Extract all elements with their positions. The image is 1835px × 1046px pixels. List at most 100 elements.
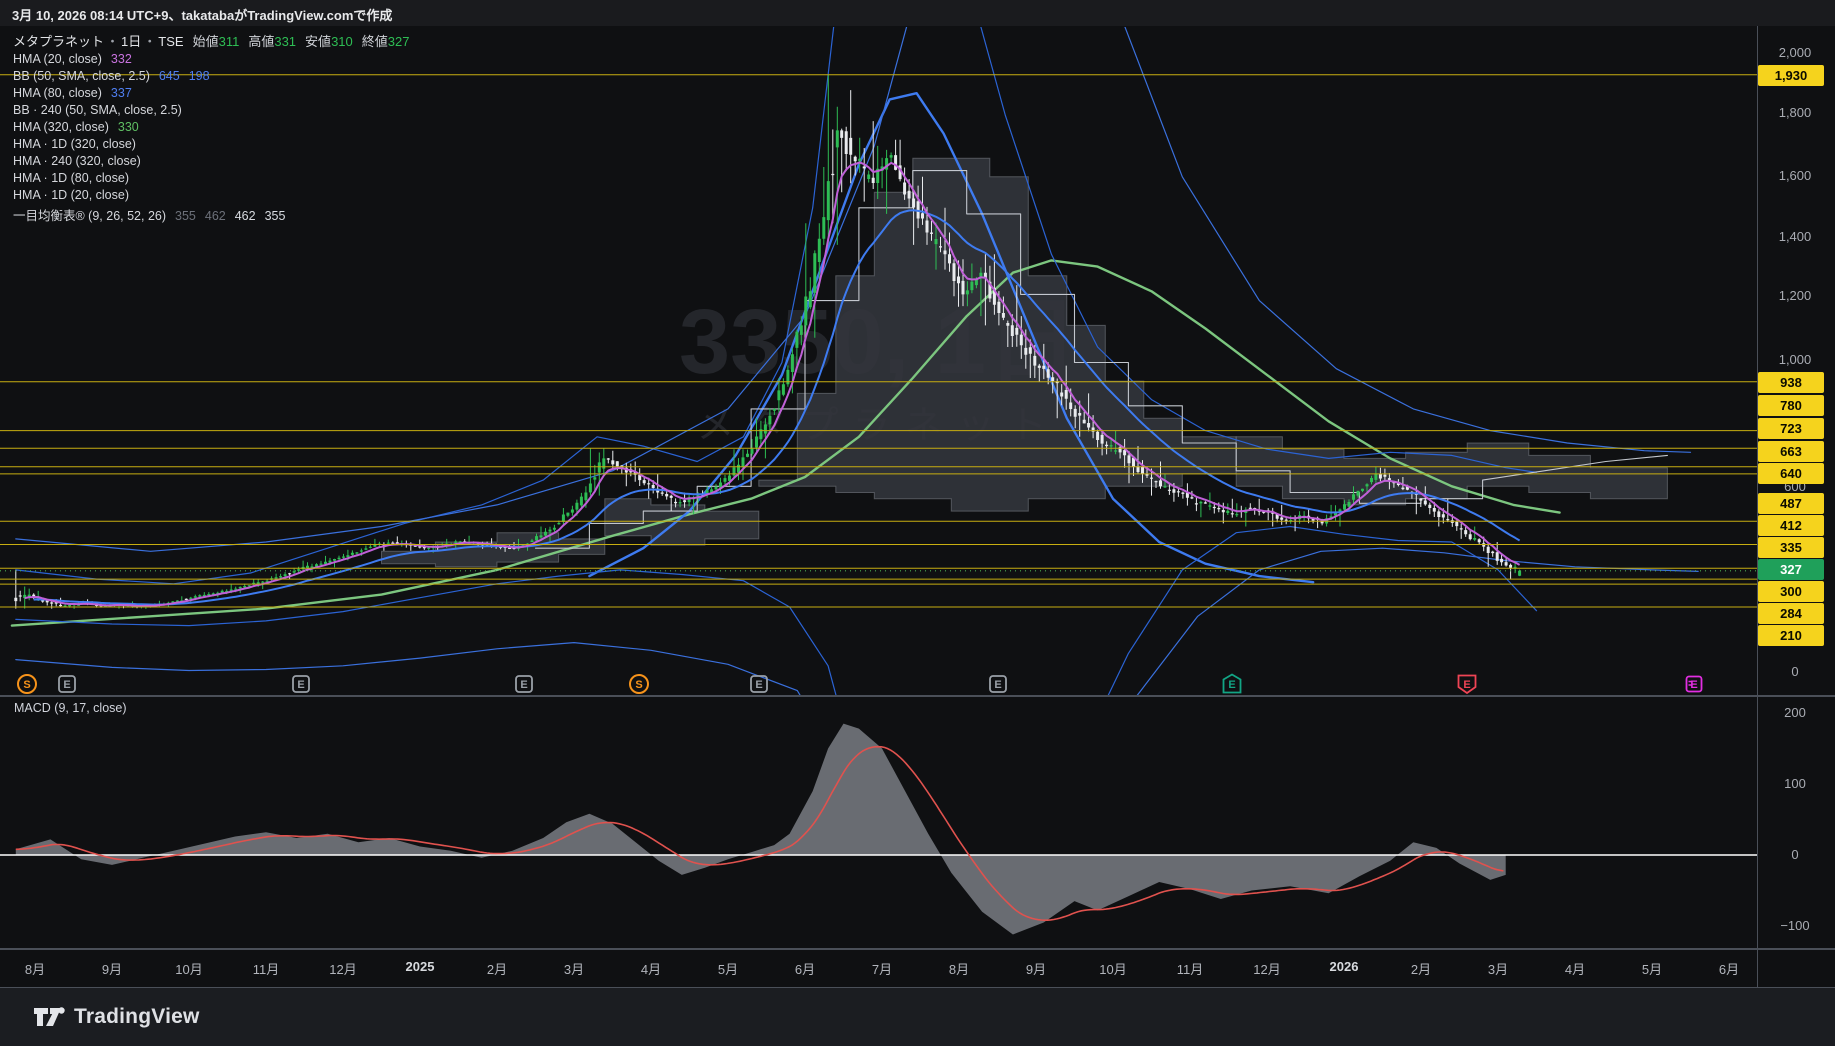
indicator-value: 330	[117, 120, 139, 134]
hma20-line[interactable]	[24, 161, 1521, 607]
price-scale-label: 0	[1791, 664, 1799, 679]
event-marker-e[interactable]: E	[748, 673, 770, 695]
month-axis-label[interactable]: 11月	[1155, 959, 1225, 978]
tradingview-chart-window: 3月 10, 2026 08:14 UTC+9、takatabaがTrading…	[0, 0, 1835, 1046]
indicator-row[interactable]: HMA (80, close) 337	[13, 86, 409, 103]
month-axis-label[interactable]: 12月	[1232, 959, 1302, 978]
macd-scale-label: 100	[1784, 776, 1806, 791]
ohlc-label: 終値	[361, 34, 388, 49]
tradingview-logo-icon[interactable]	[32, 1001, 66, 1033]
price-level-badge: 412	[1758, 515, 1824, 536]
footer-bar: TradingView	[0, 988, 1835, 1046]
indicator-label: HMA · 1D (20, close)	[13, 188, 130, 202]
year-axis-label[interactable]: 2025	[385, 959, 455, 974]
indicator-legend: メタプラネット・ 1日・ TSE 始値311 高値331 安値310 終値327 HMA (2…	[13, 31, 409, 223]
price-scale-label: 1,200	[1778, 288, 1812, 303]
interval-label: 1日	[121, 34, 142, 49]
month-axis-label[interactable]: 8月	[924, 959, 994, 978]
axis-separator	[0, 948, 1835, 950]
indicator-row[interactable]: HMA (20, close) 332	[13, 52, 409, 69]
macd-legend[interactable]: MACD (9, 17, close)	[14, 701, 127, 715]
macd-signal-line[interactable]	[15, 745, 1504, 921]
macd-scale-label: 200	[1784, 705, 1806, 720]
month-axis-label[interactable]: 2月	[462, 959, 532, 978]
month-axis-label[interactable]: 4月	[1540, 959, 1610, 978]
price-level-badge: 284	[1758, 603, 1824, 624]
indicator-row[interactable]: HMA · 240 (320, close)	[13, 154, 409, 171]
event-marker-e[interactable]: E	[56, 673, 78, 695]
month-axis-label[interactable]: 10月	[1078, 959, 1148, 978]
svg-text:E: E	[1464, 679, 1471, 691]
tradingview-brand-text[interactable]: TradingView	[74, 1005, 200, 1029]
month-axis-label[interactable]: 12月	[308, 959, 378, 978]
month-axis-label[interactable]: 6月	[1694, 959, 1764, 978]
event-marker-e[interactable]: E	[1683, 673, 1705, 695]
svg-text:S: S	[24, 679, 31, 691]
price-level-badge: 487	[1758, 493, 1824, 514]
macd-area	[15, 723, 1506, 935]
symbol-title-row[interactable]: メタプラネット・ 1日・ TSE 始値311 高値331 安値310 終値327	[13, 31, 409, 52]
price-level-badge: 663	[1758, 441, 1824, 462]
indicator-row[interactable]: BB · 240 (50, SMA, close, 2.5)	[13, 103, 409, 120]
month-axis-label[interactable]: 7月	[847, 959, 917, 978]
hma80-line[interactable]	[33, 209, 1521, 606]
indicator-label: BB (50, SMA, close, 2.5)	[13, 69, 150, 83]
event-marker-e[interactable]: E	[1456, 673, 1478, 695]
indicator-label: HMA (80, close)	[13, 86, 102, 100]
event-marker-s[interactable]: S	[16, 673, 38, 695]
indicator-row[interactable]: HMA · 1D (80, close)	[13, 171, 409, 188]
ohlc-value: 311	[218, 34, 240, 49]
indicator-value: 355	[175, 209, 196, 223]
bb-lower-a-line[interactable]	[15, 569, 859, 780]
month-axis-label[interactable]: 4月	[616, 959, 686, 978]
event-marker-e[interactable]: E	[513, 673, 535, 695]
indicator-row[interactable]: HMA · 1D (320, close)	[13, 137, 409, 154]
event-marker-s[interactable]: S	[628, 673, 650, 695]
indicator-row[interactable]: HMA · 1D (20, close)	[13, 188, 409, 205]
price-scale-label: 1,000	[1778, 352, 1812, 367]
bb240-lower-a-line[interactable]	[15, 642, 851, 781]
price-level-badge: 335	[1758, 537, 1824, 558]
month-axis-label[interactable]: 10月	[154, 959, 224, 978]
indicator-value: 462	[204, 209, 226, 223]
year-axis-label[interactable]: 2026	[1309, 959, 1379, 974]
indicator-value: 337	[110, 86, 132, 100]
exchange-label: TSE	[158, 34, 184, 49]
bb240-upper-b-line[interactable]	[1105, 0, 1692, 453]
separator-dot: ・	[143, 34, 157, 49]
price-scale-label: 1,800	[1778, 105, 1812, 120]
ohlc-label: 安値	[305, 34, 332, 49]
ohlc-value: 327	[387, 34, 410, 49]
event-marker-e[interactable]: E	[290, 673, 312, 695]
month-axis-label[interactable]: 2月	[1386, 959, 1456, 978]
event-marker-e[interactable]: E	[987, 673, 1009, 695]
ichimoku-cloud	[604, 498, 760, 546]
symbol-name: メタプラネット	[13, 34, 105, 49]
indicator-row[interactable]: HMA (320, close) 330	[13, 120, 409, 137]
event-marker-e[interactable]: E	[1221, 673, 1243, 695]
month-axis-label[interactable]: 8月	[0, 959, 70, 978]
price-scale-label: 2,000	[1778, 45, 1812, 60]
indicator-value: 355	[264, 209, 286, 223]
ohlc-label: 高値	[248, 34, 275, 49]
month-axis-label[interactable]: 3月	[1463, 959, 1533, 978]
macd-legend-label: MACD (9, 17, close)	[14, 701, 127, 715]
month-axis-label[interactable]: 11月	[231, 959, 301, 978]
indicator-row[interactable]: BB (50, SMA, close, 2.5) 645 198	[13, 69, 409, 86]
month-axis-label[interactable]: 3月	[539, 959, 609, 978]
month-axis-label[interactable]: 9月	[1001, 959, 1071, 978]
month-axis-label[interactable]: 9月	[77, 959, 147, 978]
month-axis-label[interactable]: 5月	[693, 959, 763, 978]
indicator-label: 一目均衡表® (9, 26, 52, 26)	[13, 209, 167, 223]
svg-text:E: E	[520, 679, 527, 691]
price-scale-label: 1,400	[1778, 229, 1812, 244]
bb-lower-b-line[interactable]	[1082, 525, 1538, 750]
month-axis-label[interactable]: 6月	[770, 959, 840, 978]
ohlc-value: 310	[331, 34, 353, 49]
pane-separator[interactable]	[0, 695, 1835, 697]
current-price-badge: 327	[1758, 559, 1824, 580]
month-axis-label[interactable]: 5月	[1617, 959, 1687, 978]
indicator-value: 645	[158, 69, 180, 83]
indicator-row[interactable]: 一目均衡表® (9, 26, 52, 26) 355 462 462 355	[13, 205, 409, 223]
price-level-badge: 938	[1758, 372, 1824, 393]
